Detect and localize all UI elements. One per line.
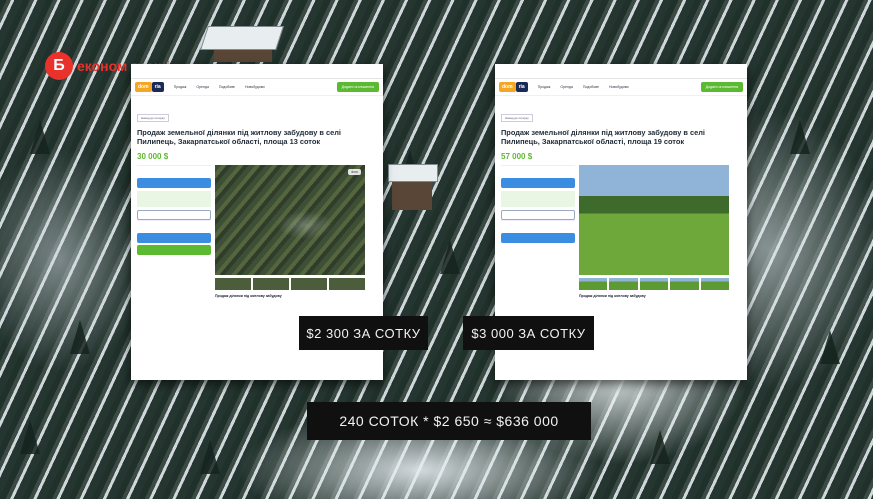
nav-sale[interactable]: Продаж [538, 85, 551, 89]
tree [790, 120, 810, 154]
listing-title: Продаж земельної ділянки під житлову заб… [137, 128, 341, 146]
listing-price: 30 000 $ [131, 148, 383, 161]
complain-button[interactable] [501, 210, 575, 220]
nav-newbuilds[interactable]: Новобудови [245, 85, 265, 89]
breadcrumb [131, 96, 383, 106]
house-roof [200, 26, 284, 50]
price-per-sotka-left: $2 300 ЗА СОТКУ [299, 316, 428, 350]
site-topbar [495, 64, 747, 79]
tree [440, 240, 460, 274]
brand-ria[interactable]: ria [515, 82, 528, 92]
complain-button[interactable] [137, 210, 211, 220]
logo-badge: Б [45, 52, 73, 80]
tree [820, 330, 840, 364]
write-seller-button[interactable] [137, 233, 211, 243]
add-listing-button[interactable]: Додати оголошення [336, 82, 379, 92]
brand-dom[interactable]: dom [135, 82, 152, 92]
nav-daily[interactable]: Подобове [219, 85, 235, 89]
add-listing-button[interactable]: Додати оголошення [700, 82, 743, 92]
listing-photo-meadow[interactable] [579, 165, 729, 275]
seller-block [501, 165, 575, 176]
house-roof [388, 164, 438, 182]
safety-hint [501, 191, 575, 207]
brand-ria[interactable]: ria [151, 82, 164, 92]
seller-column [137, 165, 211, 257]
share-block [501, 220, 575, 231]
price-value: 30 000 $ [137, 152, 169, 161]
brand-dom[interactable]: dom [499, 82, 516, 92]
thumbnail[interactable] [609, 278, 638, 290]
tree [650, 430, 670, 464]
description-title: Продаж ділянки під житлову забудову [215, 294, 282, 298]
show-phone-button[interactable] [501, 178, 575, 188]
thumbnail[interactable] [291, 278, 327, 290]
price-per-sotka-right: $3 000 ЗА СОТКУ [463, 316, 594, 350]
site-navbar: dom ria Продаж Оренда Подобове Новобудов… [495, 79, 747, 96]
photo-thumbnails [579, 278, 730, 290]
thumbnail[interactable] [253, 278, 289, 290]
nav-sale[interactable]: Продаж [174, 85, 187, 89]
thumbnail[interactable] [700, 278, 730, 290]
thumbnail[interactable] [670, 278, 699, 290]
nav-newbuilds[interactable]: Новобудови [609, 85, 629, 89]
price-value: 57 000 $ [501, 152, 533, 161]
listing-description: Продаж ділянки під житлову забудову [215, 294, 365, 299]
order-check-button[interactable] [137, 245, 211, 255]
site-topbar [131, 64, 383, 79]
tree [200, 440, 220, 474]
nav-rent[interactable]: Оренда [560, 85, 573, 89]
nav-daily[interactable]: Подобове [583, 85, 599, 89]
safety-hint [137, 191, 211, 207]
show-phone-button[interactable] [137, 178, 211, 188]
tree [70, 320, 90, 354]
listing-title: Продаж земельної ділянки під житлову заб… [501, 128, 705, 146]
back-to-search-button[interactable]: Назад до пошуку [137, 114, 169, 122]
write-seller-button[interactable] [501, 233, 575, 243]
listing-price: 57 000 $ [495, 148, 747, 161]
seller-column [501, 165, 575, 245]
tree [20, 420, 40, 454]
listing-photo-aerial[interactable]: dom [215, 165, 365, 275]
thumbnail[interactable] [329, 278, 365, 290]
description-title: Продаж ділянки під житлову забудову [579, 294, 646, 298]
thumbnail[interactable] [579, 278, 608, 290]
total-estimate-caption: 240 СОТОК * $2 650 ≈ $636 000 [307, 402, 591, 440]
thumbnail[interactable] [639, 278, 669, 290]
listing-description: Продаж ділянки під житлову забудову [579, 294, 729, 299]
nav-rent[interactable]: Оренда [196, 85, 209, 89]
back-to-search-button[interactable]: Назад до пошуку [501, 114, 533, 122]
photo-watermark: dom [348, 169, 361, 175]
site-navbar: dom ria Продаж Оренда Подобове Новобудов… [131, 79, 383, 96]
breadcrumb [495, 96, 747, 106]
share-block [137, 220, 211, 231]
thumbnail[interactable] [215, 278, 251, 290]
seller-block [137, 165, 211, 176]
tree [30, 120, 50, 154]
photo-thumbnails [215, 278, 365, 290]
